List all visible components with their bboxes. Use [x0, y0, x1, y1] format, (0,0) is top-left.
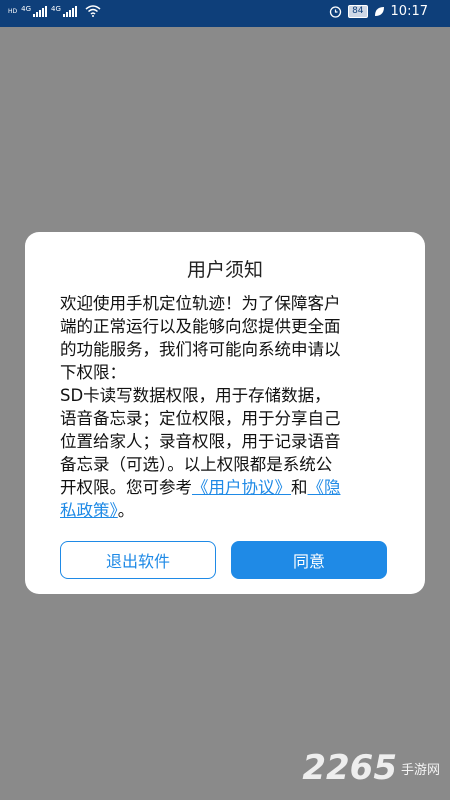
dialog-body: 欢迎使用手机定位轨迹！为了保障客户 端的正常运行以及能够向您提供更全面 的功能服… — [60, 292, 396, 522]
sim1-tag: HD — [8, 7, 18, 15]
signal-icon — [62, 5, 77, 17]
agree-button[interactable]: 同意 — [231, 541, 387, 579]
body-text: 开权限。您可参考 — [60, 478, 192, 497]
privacy-policy-link[interactable]: 私政策》 — [60, 501, 118, 520]
status-right: 84 10:17 — [329, 4, 428, 19]
wifi-icon — [85, 5, 101, 17]
body-line: 位置给家人；录音权限，用于记录语音 — [60, 432, 341, 451]
body-line: 语音备忘录；定位权限，用于分享自己 — [60, 409, 341, 428]
network-type-1: 4G — [21, 5, 32, 13]
body-line: 私政策》。 — [60, 499, 396, 522]
body-line: SD卡读写数据权限，用于存储数据， — [60, 386, 331, 405]
leaf-icon — [374, 7, 384, 16]
watermark-text: 手游网 — [400, 762, 440, 778]
user-notice-dialog: 用户须知 欢迎使用手机定位轨迹！为了保障客户 端的正常运行以及能够向您提供更全面… — [25, 232, 425, 594]
network-type-2: 4G — [51, 5, 61, 13]
watermark-logo: 2265 — [302, 748, 397, 788]
signal-icon — [33, 5, 48, 17]
body-line: 的功能服务，我们将可能向系统申请以 — [60, 340, 341, 359]
body-line: 下权限： — [60, 363, 126, 382]
alarm-icon — [329, 6, 342, 18]
dialog-title: 用户须知 — [186, 259, 263, 281]
exit-app-button[interactable]: 退出软件 — [60, 541, 216, 579]
user-agreement-link[interactable]: 《用户协议》 — [192, 478, 291, 497]
body-line: 备忘录（可选）。以上权限都是系统公 — [60, 455, 333, 474]
body-line: 开权限。您可参考《用户协议》和《隐 — [60, 476, 396, 499]
status-left: HD 4G 4G — [8, 5, 101, 17]
status-bar: HD 4G 4G 84 10:17 — [0, 0, 450, 27]
clock: 10:17 — [390, 4, 428, 19]
site-watermark: 2265 手游网 — [302, 748, 440, 788]
body-line: 端的正常运行以及能够向您提供更全面 — [60, 317, 341, 336]
body-text: 和 — [291, 478, 308, 497]
battery-icon: 84 — [348, 5, 368, 18]
body-text: 。 — [117, 501, 135, 520]
privacy-policy-link[interactable]: 《隐 — [308, 478, 341, 497]
body-line: 欢迎使用手机定位轨迹！为了保障客户 — [60, 294, 341, 313]
